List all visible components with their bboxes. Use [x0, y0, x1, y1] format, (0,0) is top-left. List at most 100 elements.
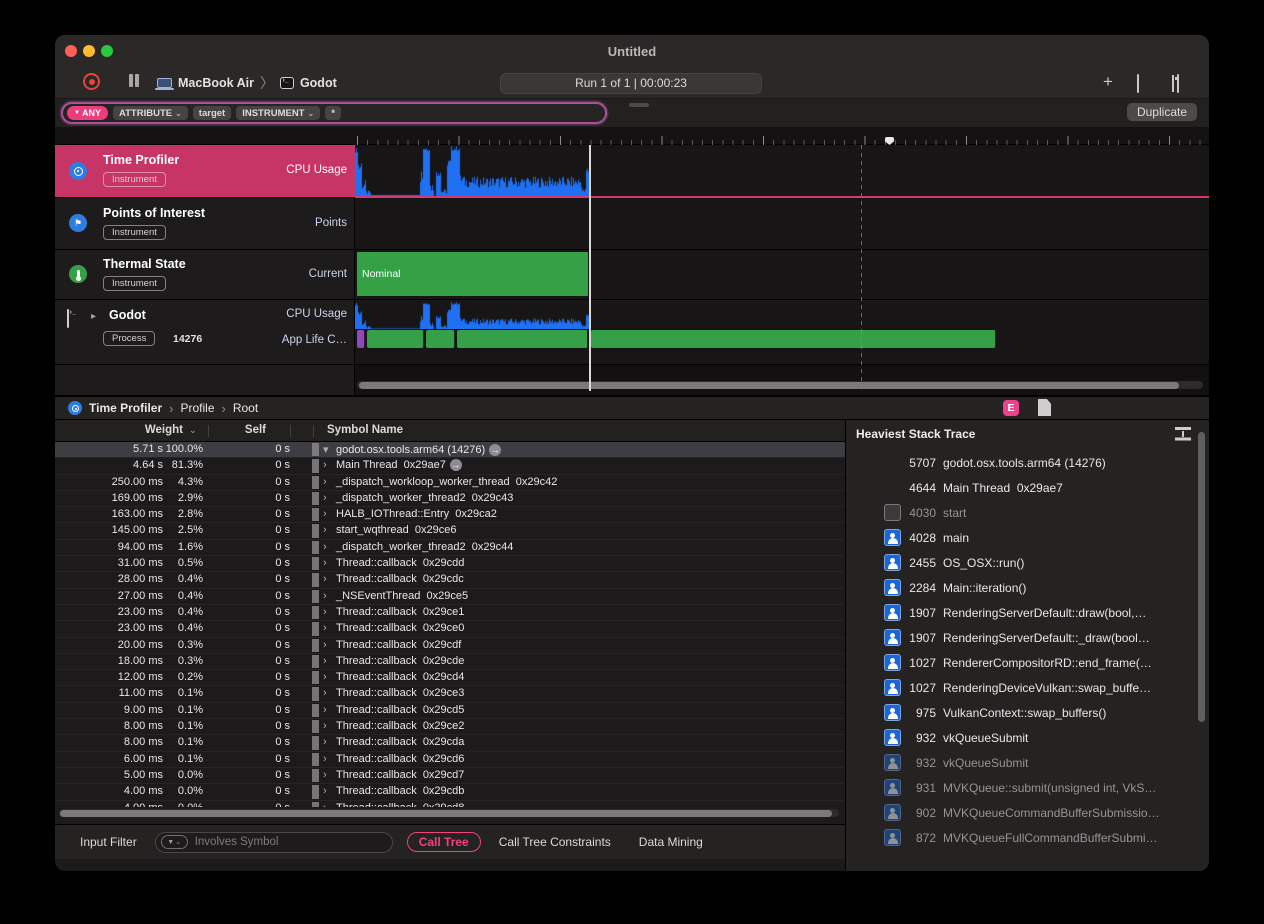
stack-frame-row[interactable]: 4030 start [846, 501, 1198, 526]
disclosure-icon[interactable]: › [323, 476, 332, 488]
disclosure-icon[interactable]: › [323, 687, 332, 699]
duplicate-button[interactable]: Duplicate [1127, 103, 1197, 121]
table-row[interactable]: 28.00 ms 0.4% 0 s › Thread::callback 0x2… [55, 572, 845, 588]
filter-token-instrument[interactable]: INSTRUMENT⌄ [236, 106, 320, 120]
pause-icon[interactable] [129, 74, 133, 87]
panel-vertical-scrollbar[interactable] [1198, 430, 1206, 870]
disclosure-icon[interactable]: › [323, 736, 332, 748]
table-row[interactable]: 23.00 ms 0.4% 0 s › Thread::callback 0x2… [55, 621, 845, 637]
thermal-state-track[interactable]: Nominal [355, 250, 1209, 300]
collapse-stack-icon[interactable] [1175, 427, 1191, 440]
stack-frame-row[interactable]: 1027 RenderingDeviceVulkan::swap_buffe… [846, 676, 1198, 701]
call-tree-constraints-button[interactable]: Call Tree Constraints [499, 835, 611, 849]
disclosure-icon[interactable]: › [323, 785, 332, 797]
stack-frame-row[interactable]: 902 MVKQueueCommandBufferSubmissio… [846, 801, 1198, 826]
table-row[interactable]: 4.00 ms 0.0% 0 s › Thread::callback 0x29… [55, 801, 845, 807]
data-mining-button[interactable]: Data Mining [639, 835, 703, 849]
toggle-inspector-icon[interactable] [1177, 74, 1179, 93]
disclosure-icon[interactable]: › [323, 524, 332, 536]
disclosure-icon[interactable]: › [323, 541, 332, 553]
filter-any-pill[interactable]: ▼ANY [67, 106, 108, 120]
stack-frame-row[interactable]: 4028 main [846, 526, 1198, 551]
disclosure-icon[interactable]: › [323, 606, 332, 618]
scrollbar-thumb[interactable] [1198, 432, 1205, 722]
breadcrumb-item[interactable]: Time Profiler [89, 401, 162, 415]
table-row[interactable]: 12.00 ms 0.2% 0 s › Thread::callback 0x2… [55, 670, 845, 686]
table-row[interactable]: 11.00 ms 0.1% 0 s › Thread::callback 0x2… [55, 686, 845, 702]
table-row[interactable]: 8.00 ms 0.1% 0 s › Thread::callback 0x29… [55, 719, 845, 735]
table-row[interactable]: 9.00 ms 0.1% 0 s › Thread::callback 0x29… [55, 703, 845, 719]
disclosure-icon[interactable]: › [323, 655, 332, 667]
stack-frame-row[interactable]: 2455 OS_OSX::run() [846, 551, 1198, 576]
column-header-weight[interactable]: Weight [95, 424, 183, 436]
breadcrumb-item[interactable]: Profile [180, 401, 214, 415]
table-row[interactable]: 250.00 ms 4.3% 0 s › _dispatch_workloop_… [55, 475, 845, 491]
filter-funnel-icon[interactable]: ▼⌄ [161, 835, 188, 849]
stack-frame-row[interactable]: 975 VulkanContext::swap_buffers() [846, 701, 1198, 726]
disclosure-icon[interactable]: › [323, 704, 332, 716]
disclosure-icon[interactable]: › [323, 573, 332, 585]
disclosure-icon[interactable]: › [323, 720, 332, 732]
playhead-line[interactable] [589, 145, 591, 391]
table-horizontal-scrollbar[interactable] [59, 809, 839, 817]
lifecycle-segment[interactable] [457, 330, 588, 348]
lifecycle-segment[interactable] [426, 330, 455, 348]
disclosure-icon[interactable]: › [323, 769, 332, 781]
description-tab-icon[interactable] [1038, 399, 1051, 416]
table-row[interactable]: 8.00 ms 0.1% 0 s › Thread::callback 0x29… [55, 735, 845, 751]
stack-frame-row[interactable]: 5707 godot.osx.tools.arm64 (14276) [846, 451, 1198, 476]
symbol-filter-field[interactable]: ▼⌄ [155, 832, 393, 853]
table-row[interactable]: 169.00 ms 2.9% 0 s › _dispatch_worker_th… [55, 491, 845, 507]
table-row[interactable]: 20.00 ms 0.3% 0 s › Thread::callback 0x2… [55, 638, 845, 654]
extended-detail-tab[interactable]: E [1003, 400, 1019, 416]
library-icon[interactable] [1137, 74, 1139, 93]
column-divider[interactable] [313, 425, 314, 437]
disclosure-triangle-icon[interactable]: ▸ [91, 311, 96, 322]
disclosure-icon[interactable]: › [323, 639, 332, 651]
table-row[interactable]: 4.00 ms 0.0% 0 s › Thread::callback 0x29… [55, 784, 845, 800]
column-divider[interactable] [208, 425, 209, 437]
table-row[interactable]: 145.00 ms 2.5% 0 s › start_wqthread 0x29… [55, 523, 845, 539]
table-row[interactable]: 4.64 s 81.3% 0 s › Main Thread 0x29ae7 [55, 458, 845, 474]
disclosure-icon[interactable]: › [323, 557, 332, 569]
column-header-self[interactable]: Self [205, 424, 266, 436]
filter-token-star[interactable]: * [325, 106, 341, 120]
stack-frame-row[interactable]: 931 MVKQueue::submit(unsigned int, VkS… [846, 776, 1198, 801]
disclosure-icon[interactable]: › [323, 671, 332, 683]
filter-token-target[interactable]: target [193, 106, 231, 120]
instrument-row-thermal-state[interactable]: Thermal State Instrument Current [55, 250, 355, 300]
instrument-row-points-of-interest[interactable]: ⚑ Points of Interest Instrument Points [55, 198, 355, 250]
lifecycle-segment[interactable] [591, 330, 996, 348]
strategy-tab[interactable] [677, 103, 697, 107]
strategy-tab[interactable] [653, 103, 673, 107]
strategy-tab[interactable] [701, 103, 721, 107]
target-device-path[interactable]: MacBook Air 〉 Godot [157, 75, 337, 91]
track-filter-bar[interactable]: ▼ANY ATTRIBUTE⌄ target INSTRUMENT⌄ * [61, 102, 607, 124]
stack-frame-row[interactable]: 1907 RenderingServerDefault::draw(bool,… [846, 601, 1198, 626]
strategy-tab[interactable] [629, 103, 649, 107]
breadcrumb-item[interactable]: Root [233, 401, 258, 415]
time-profiler-track[interactable] [355, 145, 1209, 198]
instrument-row-godot[interactable]: ▸ Godot Process 14276 CPU Usage App Life… [55, 300, 355, 365]
record-button[interactable] [83, 73, 100, 90]
stack-frame-row[interactable]: 1027 RendererCompositorRD::end_frame(… [846, 651, 1198, 676]
scrollbar-thumb[interactable] [60, 810, 832, 817]
stack-frame-row[interactable]: 932 vkQueueSubmit [846, 726, 1198, 751]
points-of-interest-track[interactable] [355, 198, 1209, 250]
lifecycle-segment[interactable] [367, 330, 424, 348]
timeline-ruler[interactable] [55, 127, 1209, 145]
disclosure-icon[interactable]: › [323, 459, 332, 471]
stack-frame-row[interactable]: 1907 RenderingServerDefault::_draw(bool… [846, 626, 1198, 651]
lifecycle-segment[interactable] [357, 330, 365, 348]
filter-token-attribute[interactable]: ATTRIBUTE⌄ [113, 106, 188, 120]
column-header-symbol-name[interactable]: Symbol Name [327, 424, 403, 436]
disclosure-icon[interactable]: ▾ [323, 443, 332, 456]
disclosure-icon[interactable]: › [323, 753, 332, 765]
disclosure-icon[interactable]: › [323, 622, 332, 634]
disclosure-icon[interactable]: › [323, 802, 332, 807]
disclosure-icon[interactable]: › [323, 492, 332, 504]
add-instrument-icon[interactable]: + [1103, 72, 1113, 92]
call-tree-button[interactable]: Call Tree [407, 832, 481, 852]
table-row[interactable]: 94.00 ms 1.6% 0 s › _dispatch_worker_thr… [55, 540, 845, 556]
table-row[interactable]: 5.71 s 100.0% 0 s ▾ godot.osx.tools.arm6… [55, 442, 845, 458]
